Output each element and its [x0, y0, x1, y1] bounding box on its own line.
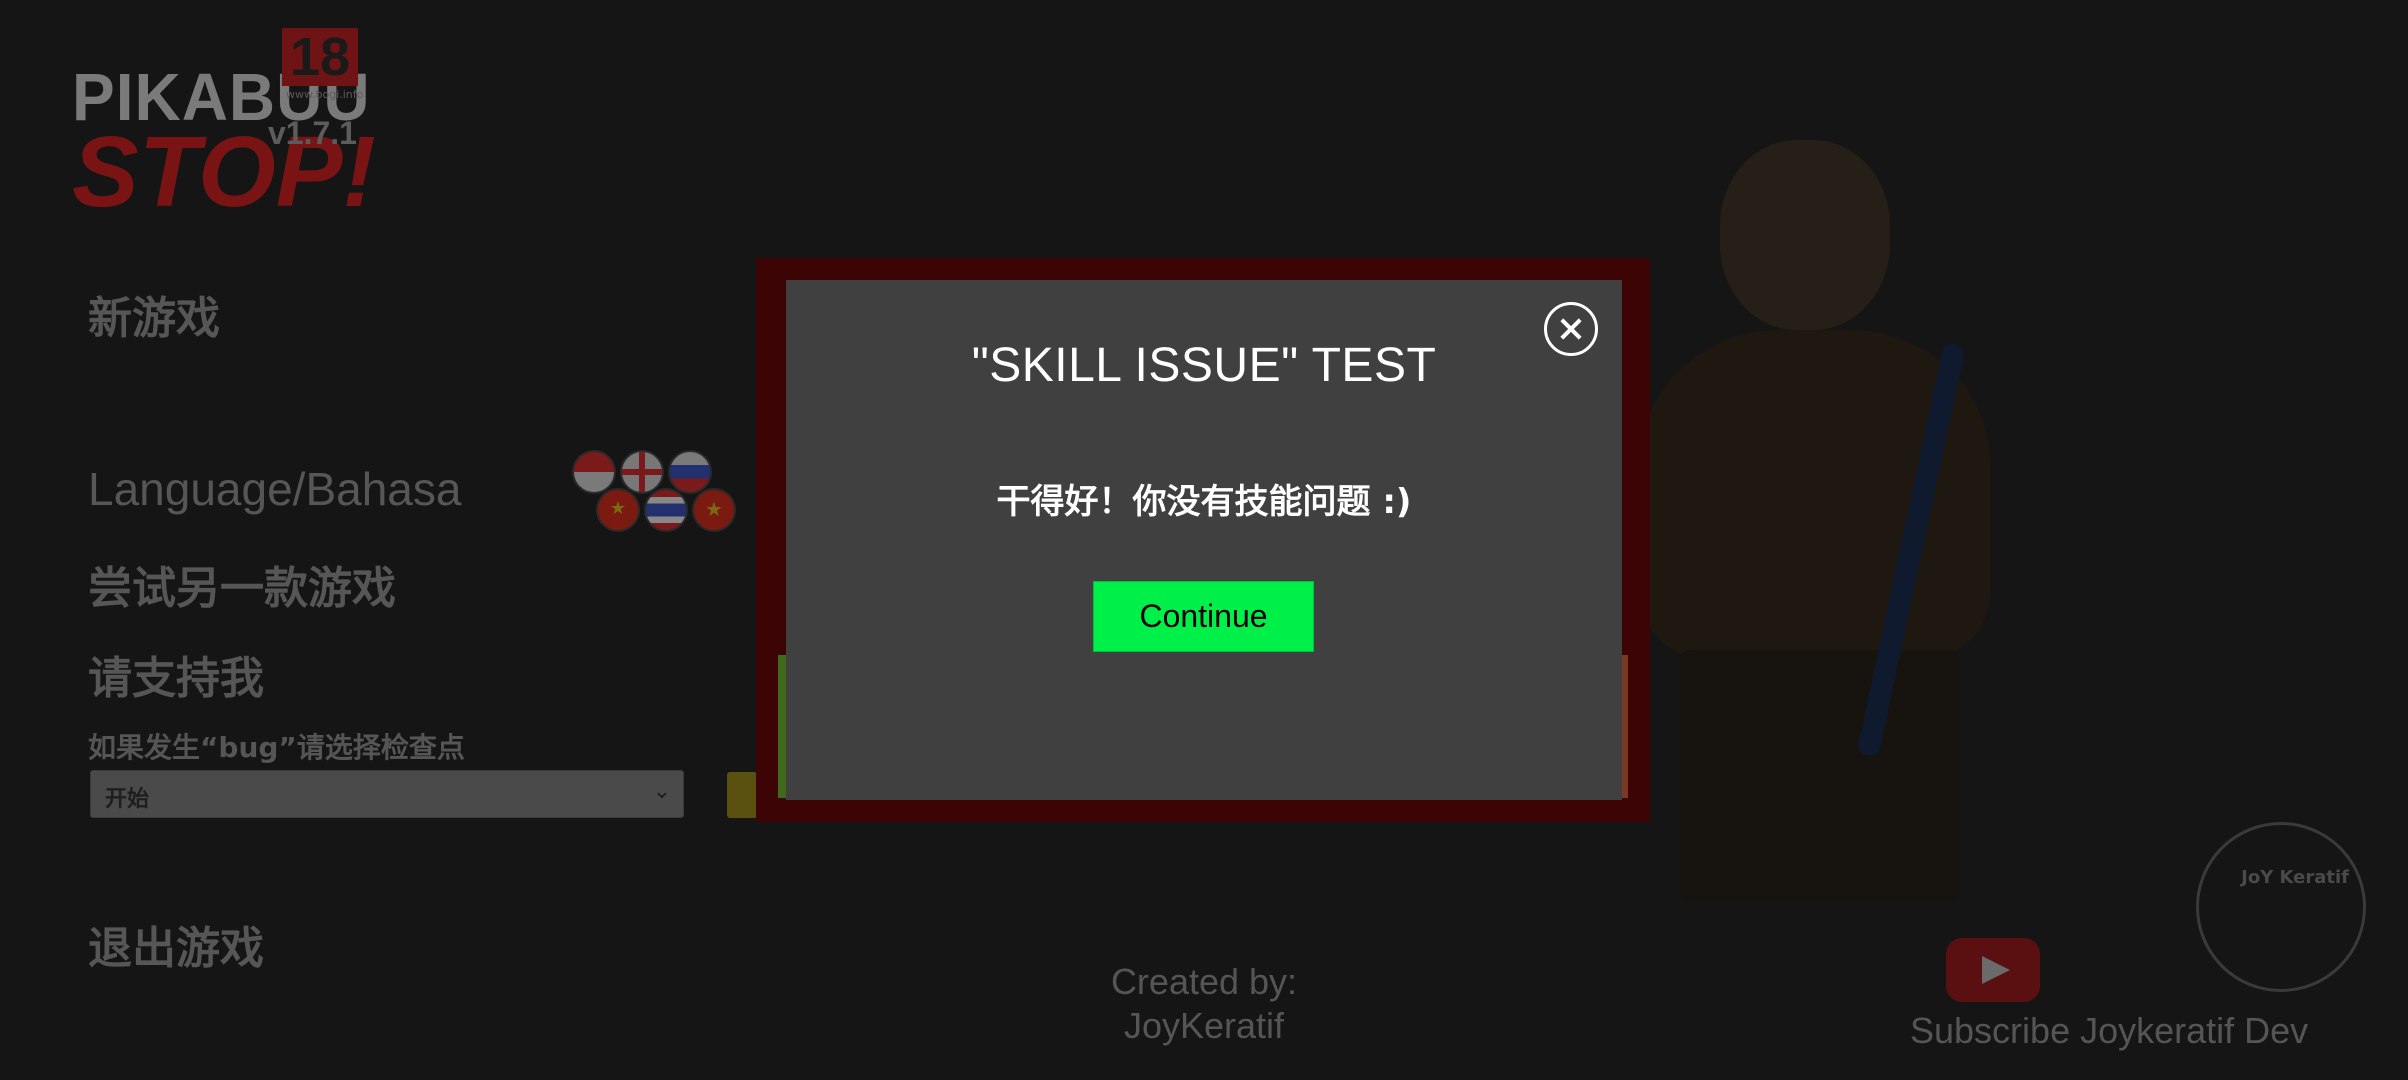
- game-logo: PIKABUU STOP!: [72, 59, 432, 222]
- continue-button[interactable]: Continue: [1093, 581, 1314, 652]
- support-me-button[interactable]: 请支持我: [88, 642, 264, 706]
- load-checkpoint-button[interactable]: [727, 772, 757, 818]
- subscribe-link[interactable]: Subscribe Joykeratif Dev: [1910, 1010, 2308, 1052]
- author-name: JoyKeratif: [1123, 1005, 1285, 1046]
- created-by-label: Created by:: [1110, 961, 1298, 1002]
- bug-checkpoint-hint: 如果发生“bug”请选择检查点: [88, 731, 465, 764]
- language-button[interactable]: Language/Bahasa: [88, 462, 461, 516]
- china-flag-icon[interactable]: ★: [596, 488, 640, 532]
- try-another-game-button[interactable]: 尝试另一款游戏: [88, 552, 396, 616]
- skill-test-dialog: "SKILL ISSUE" TEST 干得好！你没有技能问题 :) Contin…: [786, 280, 1622, 800]
- chevron-down-icon: ⌄: [652, 779, 671, 804]
- game-screen: PIKABUU STOP! 18 www.bogi.info v1.7.1 新游…: [0, 0, 2408, 1080]
- dialog-title: "SKILL ISSUE" TEST: [971, 339, 1437, 392]
- youtube-icon[interactable]: [1946, 938, 2040, 1002]
- russia-flag-icon[interactable]: [668, 450, 712, 494]
- close-icon[interactable]: [1544, 302, 1598, 356]
- frame-accent-left: [778, 655, 786, 798]
- checkpoint-selected-value: 开始: [105, 787, 150, 812]
- age-rating-site: www.bogi.info: [286, 88, 364, 101]
- channel-logo[interactable]: JoY Keratif: [2196, 822, 2366, 992]
- new-game-button[interactable]: 新游戏: [88, 282, 220, 346]
- age-rating-badge: 18: [282, 28, 358, 86]
- uk-flag-icon[interactable]: [620, 450, 664, 494]
- credits: Created by: JoyKeratif: [1004, 960, 1404, 1048]
- version-label: v1.7.1: [268, 115, 357, 151]
- dialog-message: 干得好！你没有技能问题 :): [996, 482, 1412, 522]
- thailand-flag-icon[interactable]: [644, 488, 688, 532]
- vietnam-flag-icon[interactable]: ★: [692, 488, 736, 532]
- channel-logo-text: JoY Keratif: [2241, 867, 2349, 888]
- exit-game-button[interactable]: 退出游戏: [88, 912, 264, 976]
- indonesia-flag-icon[interactable]: [572, 450, 616, 494]
- checkpoint-select[interactable]: 开始 ⌄: [90, 770, 684, 818]
